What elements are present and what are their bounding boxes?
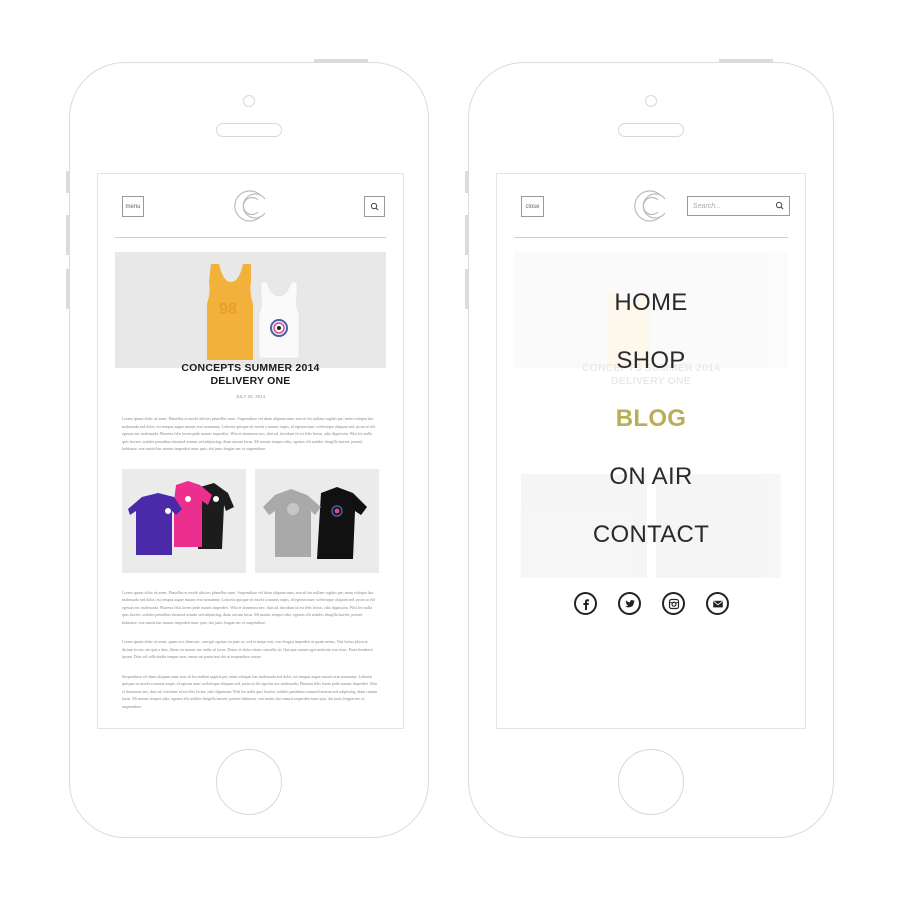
- blog-screen: menu 98 CONCEPTS SUMMER 2014 DELIVERY ON…: [97, 173, 404, 729]
- hero-image[interactable]: 98: [115, 252, 386, 368]
- post-title-line1: CONCEPTS SUMMER 2014: [181, 362, 320, 374]
- post-paragraph: Lorem ipsum dolor sit amet, quam orci di…: [122, 639, 373, 659]
- power-button: [719, 59, 773, 62]
- phone-frame-left: menu 98 CONCEPTS SUMMER 2014 DELIVERY ON…: [66, 59, 429, 838]
- menu-open-screen: close Search... CONCEPTS SUMMER 2014 DEL…: [496, 173, 806, 729]
- search-button[interactable]: [364, 196, 385, 217]
- site-header: close Search...: [497, 174, 805, 238]
- home-button[interactable]: [216, 749, 282, 815]
- post-paragraph: Lorem ipsum dolor sit amet, Phasellus et…: [122, 589, 375, 625]
- search-icon: [370, 202, 379, 211]
- volume-up-button: [66, 215, 69, 255]
- facebook-icon[interactable]: [574, 592, 597, 615]
- header-divider: [115, 237, 386, 238]
- nav-item-on-air[interactable]: ON AIR: [497, 448, 805, 506]
- mute-switch: [66, 171, 69, 193]
- search-icon[interactable]: [775, 201, 784, 210]
- search-placeholder: Search...: [693, 202, 722, 210]
- menu-button[interactable]: menu: [122, 196, 144, 217]
- volume-down-button: [465, 269, 468, 309]
- email-icon[interactable]: [706, 592, 729, 615]
- photo-row: [122, 468, 379, 573]
- mute-switch: [465, 171, 468, 193]
- post-title[interactable]: CONCEPTS SUMMER 2014 DELIVERY ONE: [98, 362, 403, 388]
- twitter-icon[interactable]: [618, 592, 641, 615]
- social-links: [574, 592, 729, 615]
- instagram-icon[interactable]: [662, 592, 685, 615]
- volume-down-button: [66, 269, 69, 309]
- site-header: menu: [98, 174, 403, 238]
- concepts-logo[interactable]: [631, 188, 671, 224]
- speaker-grille: [618, 123, 684, 137]
- photo-tshirts-grey-black[interactable]: [255, 468, 379, 573]
- post-title-line2: DELIVERY ONE: [210, 375, 291, 387]
- front-camera: [645, 95, 657, 107]
- nav-item-blog[interactable]: BLOG: [497, 390, 805, 448]
- speaker-grille: [216, 123, 282, 137]
- nav-item-shop[interactable]: SHOP: [497, 332, 805, 390]
- nav-item-contact[interactable]: CONTACT: [497, 506, 805, 564]
- post-paragraph: Suspendisse vel diam aliquam nam, non si…: [122, 673, 378, 709]
- close-menu-button[interactable]: close: [521, 196, 544, 217]
- hero-shirt-number: 98: [219, 301, 237, 318]
- post-date: JULY 25, 2014: [235, 394, 266, 399]
- phone-frame-right: close Search... CONCEPTS SUMMER 2014 DEL…: [465, 59, 834, 838]
- power-button: [314, 59, 368, 62]
- concepts-logo[interactable]: [231, 188, 271, 224]
- volume-up-button: [465, 215, 468, 255]
- front-camera: [243, 95, 255, 107]
- photo-tshirts-colored[interactable]: [122, 468, 246, 573]
- search-input[interactable]: Search...: [687, 196, 790, 216]
- header-divider: [514, 237, 788, 238]
- nav-item-home[interactable]: HOME: [497, 274, 805, 332]
- post-paragraph: Lorem ipsum dolor sit amet, Phasellus et…: [122, 416, 375, 451]
- main-nav: HOME SHOP BLOG ON AIR CONTACT: [497, 274, 805, 564]
- home-button[interactable]: [618, 749, 684, 815]
